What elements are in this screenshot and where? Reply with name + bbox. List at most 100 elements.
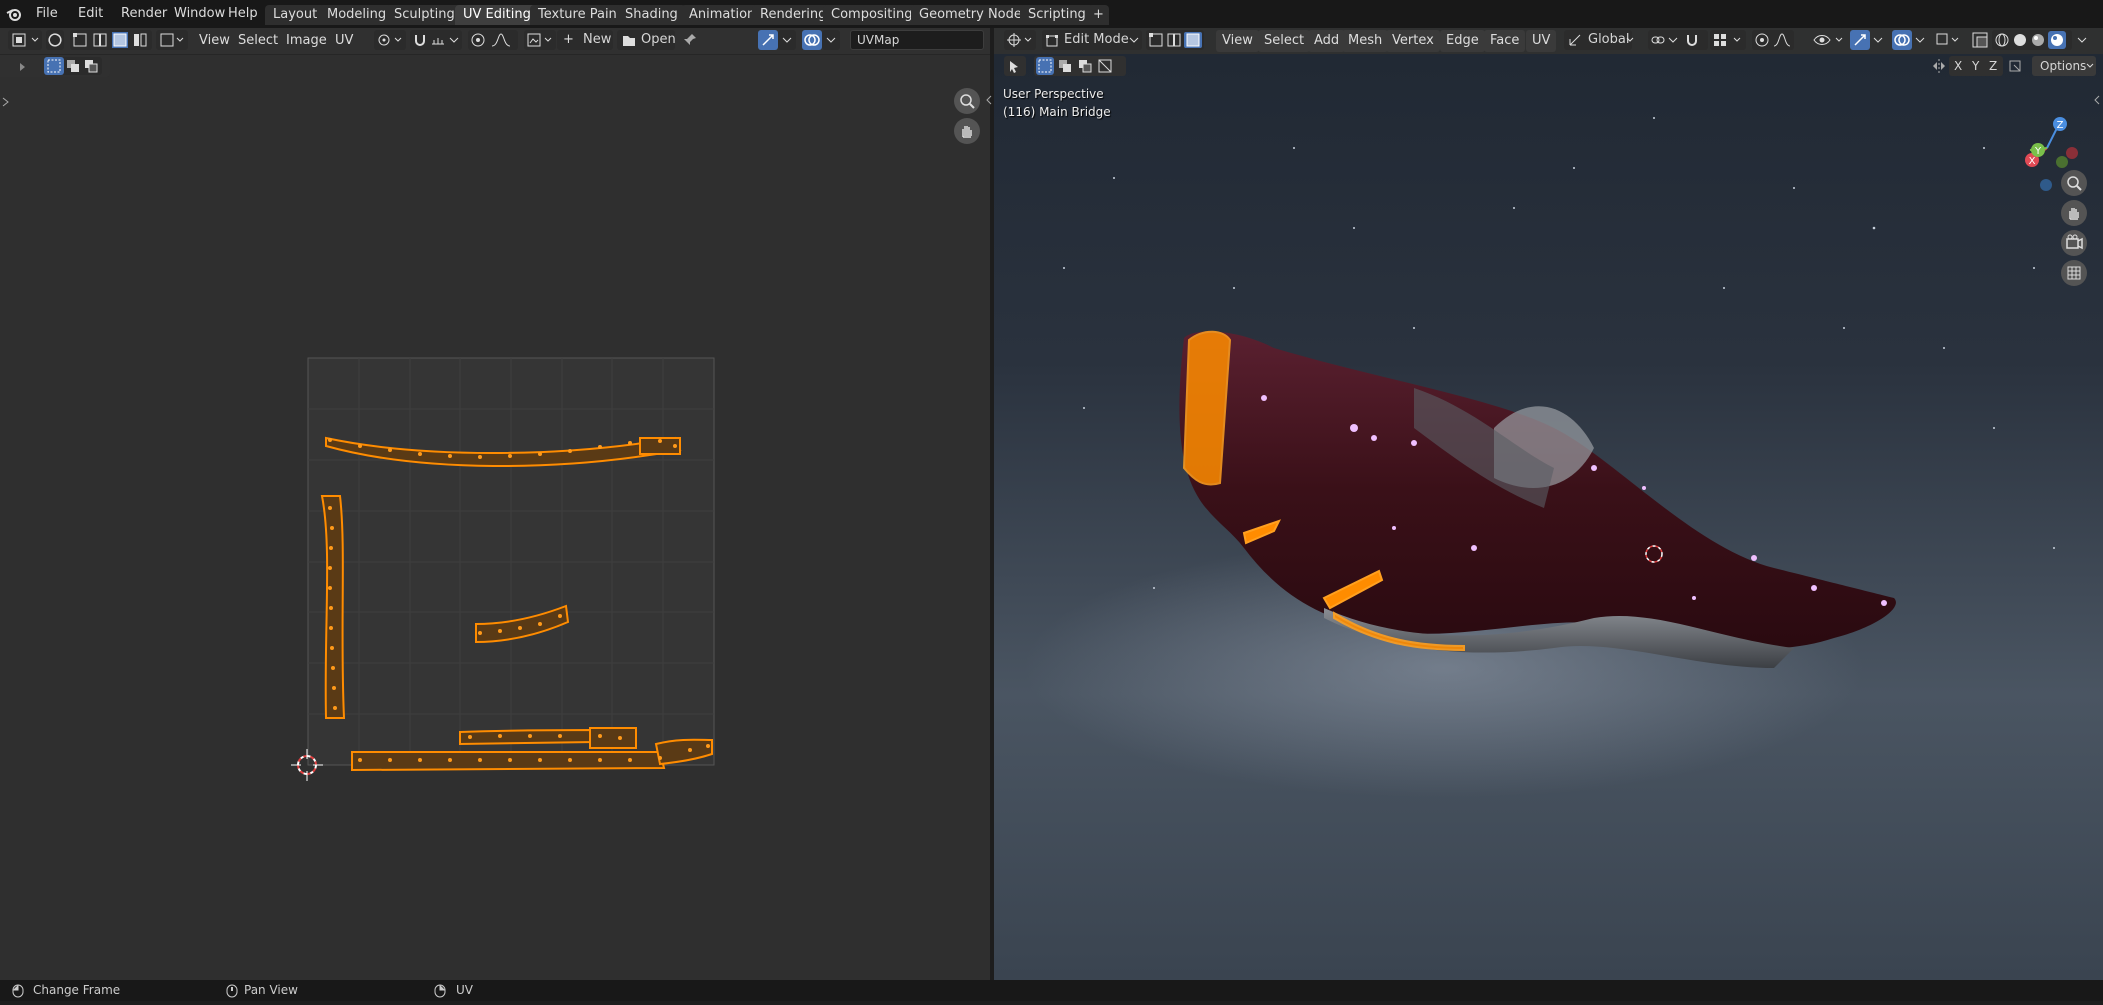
- auto-merge-icon[interactable]: [2007, 56, 2025, 76]
- vertex-select-icon[interactable]: [1148, 32, 1164, 48]
- vp-menu-vertex[interactable]: Vertex: [1386, 30, 1440, 52]
- mode-label: Edit Mode: [1064, 32, 1129, 47]
- gizmo-neg-y-axis[interactable]: [2056, 156, 2068, 168]
- gizmo-toggle-icon[interactable]: [1850, 30, 1870, 50]
- face-select-icon[interactable]: [1184, 32, 1202, 48]
- status-bar: Change Frame Pan View UV: [0, 980, 2103, 1001]
- tab-animation[interactable]: Animation: [681, 5, 764, 25]
- tab-compositing[interactable]: Compositing: [823, 5, 921, 25]
- ship-hull: [1179, 331, 1896, 668]
- mouse-right-icon: [434, 984, 446, 998]
- mirror-y-toggle[interactable]: Y: [1972, 56, 1979, 76]
- tab-sculpting[interactable]: Sculpting: [386, 5, 463, 25]
- vp-menu-add[interactable]: Add: [1308, 30, 1346, 52]
- status-pan-view: Pan View: [244, 983, 298, 997]
- chevron-down-icon[interactable]: [1912, 30, 1928, 50]
- menu-render[interactable]: Render: [115, 4, 173, 24]
- options-dropdown[interactable]: Options: [2032, 56, 2096, 76]
- blender-logo-icon[interactable]: [6, 6, 22, 22]
- mirror-icon[interactable]: [1931, 56, 1947, 76]
- mouse-left-icon: [12, 984, 24, 998]
- chevron-down-icon[interactable]: [1870, 30, 1886, 50]
- uv-grid: [307, 357, 715, 766]
- uv-editor[interactable]: View Select Image UV + New Open UVMap: [0, 28, 990, 980]
- menu-help[interactable]: Help: [222, 4, 264, 24]
- mesh-edit-overlay-dropdown[interactable]: [1934, 30, 1964, 50]
- viewport-header: Edit Mode View Select Add Mesh Vertex Ed…: [994, 28, 2103, 54]
- xray-toggle-icon[interactable]: [1970, 30, 1990, 50]
- vp-menu-face[interactable]: Face: [1484, 30, 1526, 52]
- options-label: Options: [2040, 59, 2087, 73]
- solid-shading-icon[interactable]: [2012, 32, 2028, 48]
- object-visibility-dropdown[interactable]: [1812, 30, 1848, 50]
- global-orientation-icon: [1568, 33, 1582, 47]
- mouse-middle-icon: [226, 984, 238, 998]
- zoom-icon[interactable]: [2061, 170, 2087, 196]
- gizmo-neg-x-axis[interactable]: [2066, 147, 2078, 159]
- tab-uv-editing[interactable]: UV Editing: [455, 5, 539, 25]
- tab-layout[interactable]: Layout: [265, 5, 326, 25]
- menu-edit[interactable]: Edit: [72, 4, 109, 24]
- camera-icon[interactable]: [2061, 230, 2087, 256]
- chevron-down-icon[interactable]: [1668, 34, 1678, 46]
- gizmo-x-label: X: [2029, 156, 2036, 167]
- viewport-object-label: (116) Main Bridge: [1003, 105, 1111, 119]
- spaceship-model[interactable]: [994, 28, 2103, 980]
- rendered-shading-icon[interactable]: [2048, 31, 2066, 49]
- snap-element-dropdown[interactable]: [1710, 30, 1746, 50]
- chevron-left-icon[interactable]: [984, 94, 994, 106]
- vp-menu-view[interactable]: View: [1216, 30, 1259, 52]
- shading-mode-group: [1992, 30, 2072, 50]
- chevron-down-icon[interactable]: [2074, 30, 2090, 50]
- overlay-toggle-icon[interactable]: [1892, 30, 1912, 50]
- mesh-select-mode-group: [1146, 30, 1204, 50]
- menu-file[interactable]: File: [30, 4, 64, 24]
- wireframe-shading-icon[interactable]: [1994, 32, 2010, 48]
- 3d-viewport[interactable]: Edit Mode View Select Add Mesh Vertex Ed…: [994, 28, 2103, 980]
- status-change-frame: Change Frame: [33, 983, 121, 997]
- vp-menu-edge[interactable]: Edge: [1440, 30, 1485, 52]
- select-subtract-icon[interactable]: [1076, 57, 1094, 75]
- gizmo-y-label: Y: [2034, 146, 2042, 157]
- select-new-icon[interactable]: [1036, 57, 1054, 75]
- tab-modeling[interactable]: Modeling: [319, 5, 395, 25]
- editor-type-button[interactable]: [1004, 30, 1036, 50]
- mirror-z-toggle[interactable]: Z: [1989, 56, 1997, 76]
- top-bar: File Edit Render Window Help Layout Mode…: [0, 0, 2103, 28]
- tool-settings-toggle[interactable]: [1004, 56, 1026, 76]
- material-shading-icon[interactable]: [2030, 32, 2046, 48]
- select-invert-icon[interactable]: [1096, 57, 1114, 75]
- grid-icon[interactable]: [2061, 260, 2087, 286]
- chevron-down-icon: [1626, 34, 1634, 46]
- tab-texture-paint[interactable]: Texture Paint: [530, 5, 630, 25]
- link-icon[interactable]: [1650, 32, 1666, 48]
- select-extend-icon[interactable]: [1056, 57, 1074, 75]
- add-workspace-button[interactable]: +: [1088, 5, 1109, 25]
- vp-menu-uv[interactable]: UV: [1526, 30, 1557, 52]
- edit-mode-icon: [1046, 33, 1060, 47]
- orientation-dropdown[interactable]: Global: [1564, 30, 1634, 50]
- proportional-edit-group: [1752, 30, 1794, 50]
- tab-shading[interactable]: Shading: [617, 5, 686, 25]
- chevron-down-icon: [2086, 60, 2094, 72]
- gizmo-neg-z-axis[interactable]: [2040, 179, 2052, 191]
- tab-scripting[interactable]: Scripting: [1020, 5, 1094, 25]
- snap-magnet-icon[interactable]: [1684, 32, 1700, 48]
- pan-hand-icon[interactable]: [2061, 200, 2087, 226]
- gizmo-z-label: Z: [2057, 120, 2064, 131]
- tab-geometry-nodes[interactable]: Geometry Nodes: [911, 5, 1037, 25]
- mirror-x-toggle[interactable]: X: [1954, 56, 1962, 76]
- edge-select-icon[interactable]: [1166, 32, 1182, 48]
- vp-menu-mesh[interactable]: Mesh: [1342, 30, 1389, 52]
- uv-canvas[interactable]: [0, 28, 990, 980]
- mode-dropdown[interactable]: Edit Mode: [1042, 30, 1142, 50]
- viewport-perspective-label: User Perspective: [1003, 87, 1104, 101]
- vp-menu-select[interactable]: Select: [1258, 30, 1311, 52]
- status-uv: UV: [456, 983, 473, 997]
- falloff-curve-icon[interactable]: [1772, 32, 1792, 48]
- mirror-axis-group: X Y Z: [1949, 56, 2003, 76]
- proportional-edit-icon[interactable]: [1754, 32, 1770, 48]
- orientation-label: Global: [1588, 32, 1630, 47]
- chevron-left-icon[interactable]: [2092, 94, 2102, 106]
- chevron-down-icon: [1128, 34, 1140, 46]
